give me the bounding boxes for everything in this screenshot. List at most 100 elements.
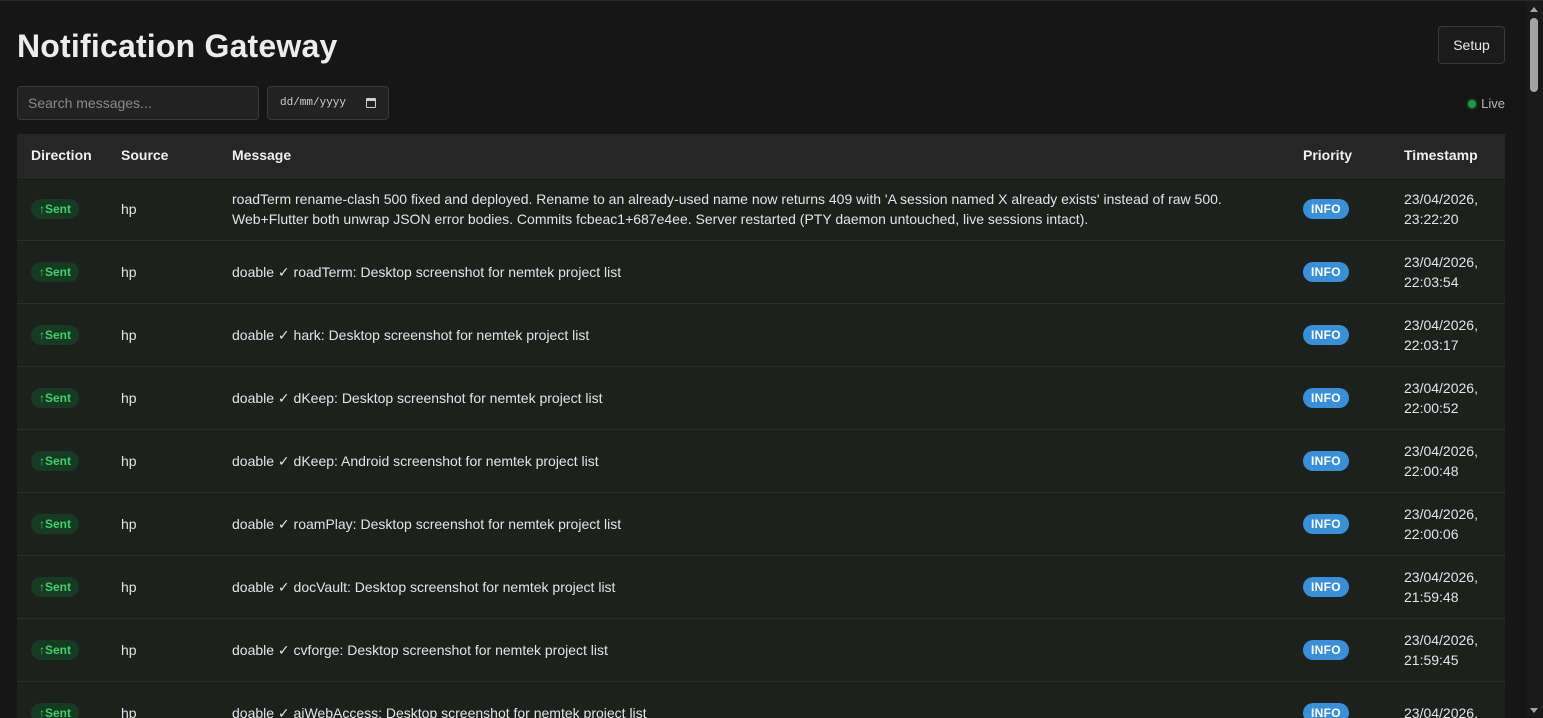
timestamp-date: 23/04/2026, xyxy=(1404,190,1478,207)
page-title: Notification Gateway xyxy=(17,28,338,64)
message-cell: doable ✓ cvforge: Desktop screenshot for… xyxy=(232,641,608,658)
timestamp-cell: 23/04/2026, 22:00:48 xyxy=(1390,429,1505,492)
table-row[interactable]: ↑Sent hp doable ✓ dKeep: Desktop screensho… xyxy=(17,366,1505,429)
source-cell: hp xyxy=(121,326,137,343)
scroll-down-icon[interactable] xyxy=(1530,708,1538,713)
direction-badge: ↑Sent xyxy=(31,514,80,534)
message-cell: doable ✓ roamPlay: Desktop screenshot fo… xyxy=(232,515,622,532)
table-header-row: Direction Source Message Priority Timest… xyxy=(17,134,1505,177)
direction-cell: ↑Sent xyxy=(17,366,107,429)
direction-badge: ↑Sent xyxy=(31,703,80,718)
direction-cell: ↑Sent xyxy=(17,177,107,240)
priority-cell: INFO xyxy=(1289,555,1390,618)
priority-badge: INFO xyxy=(1303,451,1349,471)
priority-cell: INFO xyxy=(1289,366,1390,429)
message-cell: doable ✓ dKeep: Desktop screenshot for n… xyxy=(232,389,603,406)
timestamp-date: 23/04/2026, xyxy=(1404,379,1478,396)
table-row[interactable]: ↑Sent hp doable ✓ roadTerm: Desktop screen… xyxy=(17,240,1505,303)
source-cell: hp xyxy=(121,200,137,217)
table-row[interactable]: ↑Sent hp doable ✓ dKeep: Android screensho… xyxy=(17,429,1505,492)
priority-badge: INFO xyxy=(1303,388,1349,408)
table-row[interactable]: ↑Sent hp doable ✓ cvforge: Desktop screens… xyxy=(17,618,1505,681)
direction-cell: ↑Sent xyxy=(17,681,107,718)
timestamp-cell: 23/04/2026, 22:03:54 xyxy=(1390,240,1505,303)
scroll-up-icon[interactable] xyxy=(1530,7,1538,12)
table-row[interactable]: ↑Sent hp doable ✓ aiWebAccess: Desktop scr… xyxy=(17,681,1505,718)
priority-badge: INFO xyxy=(1303,325,1349,345)
timestamp-time: 23:22:20 xyxy=(1404,210,1459,227)
timestamp-cell: 23/04/2026, xyxy=(1390,681,1505,718)
direction-cell: ↑Sent xyxy=(17,492,107,555)
message-cell: roadTerm rename-clash 500 fixed and depl… xyxy=(232,190,1222,227)
timestamp-cell: 23/04/2026, 23:22:20 xyxy=(1390,177,1505,240)
search-input[interactable] xyxy=(17,86,259,120)
source-cell: hp xyxy=(121,389,137,406)
timestamp-date: 23/04/2026, xyxy=(1404,505,1478,522)
priority-cell: INFO xyxy=(1289,429,1390,492)
message-cell: doable ✓ docVault: Desktop screenshot fo… xyxy=(232,578,616,595)
date-filter-input[interactable]: dd/mm/yyyy xyxy=(267,86,389,120)
column-header-timestamp[interactable]: Timestamp xyxy=(1390,134,1505,177)
timestamp-cell: 23/04/2026, 22:03:17 xyxy=(1390,303,1505,366)
priority-cell: INFO xyxy=(1289,177,1390,240)
live-dot-icon xyxy=(1468,99,1477,108)
direction-cell: ↑Sent xyxy=(17,240,107,303)
column-header-source[interactable]: Source xyxy=(107,134,218,177)
timestamp-date: 23/04/2026, xyxy=(1404,568,1478,585)
priority-badge: INFO xyxy=(1303,514,1349,534)
table-row[interactable]: ↑Sent hp doable ✓ hark: Desktop screenshot… xyxy=(17,303,1505,366)
priority-badge: INFO xyxy=(1303,262,1349,282)
live-label: Live xyxy=(1481,96,1505,111)
timestamp-date: 23/04/2026, xyxy=(1404,316,1478,333)
source-cell: hp xyxy=(121,578,137,595)
message-cell: doable ✓ dKeep: Android screenshot for n… xyxy=(232,452,599,469)
priority-badge: INFO xyxy=(1303,640,1349,660)
message-cell: doable ✓ aiWebAccess: Desktop screenshot… xyxy=(232,704,647,718)
timestamp-time: 22:00:52 xyxy=(1404,399,1459,416)
messages-table: Direction Source Message Priority Timest… xyxy=(17,134,1505,718)
source-cell: hp xyxy=(121,515,137,532)
calendar-icon[interactable] xyxy=(366,98,376,108)
timestamp-cell: 23/04/2026, 21:59:48 xyxy=(1390,555,1505,618)
direction-badge: ↑Sent xyxy=(31,640,80,660)
priority-cell: INFO xyxy=(1289,492,1390,555)
timestamp-time: 21:59:45 xyxy=(1404,651,1459,668)
source-cell: hp xyxy=(121,452,137,469)
priority-cell: INFO xyxy=(1289,681,1390,718)
timestamp-time: 22:00:48 xyxy=(1404,462,1459,479)
column-header-priority[interactable]: Priority xyxy=(1289,134,1390,177)
live-indicator: Live xyxy=(1468,96,1505,111)
table-row[interactable]: ↑Sent hp roadTerm rename-clash 500 fixed a… xyxy=(17,177,1505,240)
setup-button[interactable]: Setup xyxy=(1438,26,1505,64)
timestamp-time: 22:03:17 xyxy=(1404,336,1459,353)
timestamp-date: 23/04/2026, xyxy=(1404,442,1478,459)
direction-cell: ↑Sent xyxy=(17,303,107,366)
table-row[interactable]: ↑Sent hp doable ✓ docVault: Desktop screen… xyxy=(17,555,1505,618)
direction-badge: ↑Sent xyxy=(31,262,80,282)
priority-badge: INFO xyxy=(1303,703,1349,718)
direction-badge: ↑Sent xyxy=(31,325,80,345)
direction-badge: ↑Sent xyxy=(31,388,80,408)
column-header-message[interactable]: Message xyxy=(218,134,1289,177)
table-row[interactable]: ↑Sent hp doable ✓ roamPlay: Desktop screen… xyxy=(17,492,1505,555)
source-cell: hp xyxy=(121,641,137,658)
timestamp-cell: 23/04/2026, 22:00:06 xyxy=(1390,492,1505,555)
scrollbar-thumb[interactable] xyxy=(1530,18,1538,92)
timestamp-date: 23/04/2026, xyxy=(1404,631,1478,648)
page-scrollbar[interactable] xyxy=(1526,1,1543,718)
priority-badge: INFO xyxy=(1303,199,1349,219)
source-cell: hp xyxy=(121,704,137,718)
timestamp-time: 21:59:48 xyxy=(1404,588,1459,605)
direction-badge: ↑Sent xyxy=(31,451,80,471)
priority-cell: INFO xyxy=(1289,618,1390,681)
timestamp-time: 22:03:54 xyxy=(1404,273,1459,290)
column-header-direction[interactable]: Direction xyxy=(17,134,107,177)
priority-badge: INFO xyxy=(1303,577,1349,597)
direction-badge: ↑Sent xyxy=(31,577,80,597)
direction-cell: ↑Sent xyxy=(17,429,107,492)
timestamp-date: 23/04/2026, xyxy=(1404,253,1478,270)
date-placeholder: dd/mm/yyyy xyxy=(280,97,347,109)
timestamp-date: 23/04/2026, xyxy=(1404,704,1478,718)
message-cell: doable ✓ hark: Desktop screenshot for ne… xyxy=(232,326,590,343)
direction-cell: ↑Sent xyxy=(17,555,107,618)
